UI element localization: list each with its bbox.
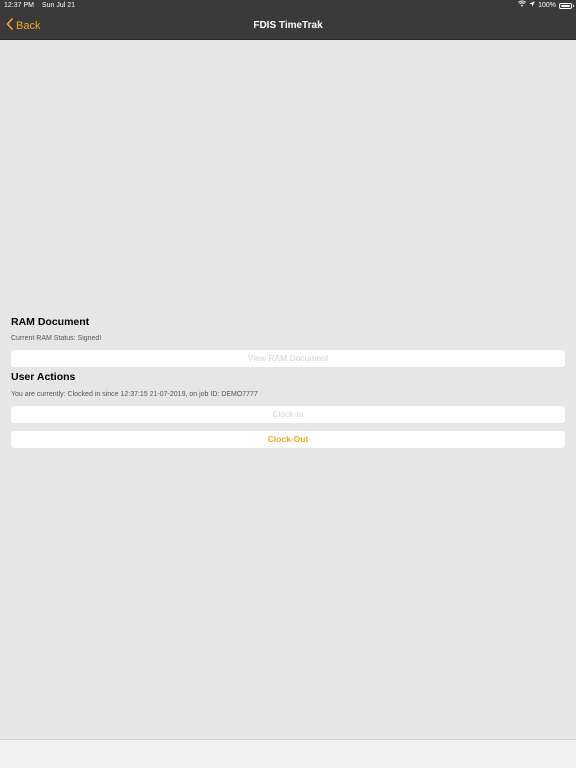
battery-level-fill <box>561 5 570 7</box>
clock-status-text: You are currently: Clocked in since 12:3… <box>11 391 258 398</box>
navigation-bar: Back FDIS TimeTrak <box>0 12 576 40</box>
status-time: 12:37 PM <box>4 2 34 9</box>
location-arrow-icon <box>529 0 535 12</box>
clock-in-button[interactable]: Clock-In <box>11 406 565 423</box>
wifi-icon <box>518 0 527 12</box>
status-left: 12:37 PM Sun Jul 21 <box>4 0 75 12</box>
page-title: FDIS TimeTrak <box>253 20 323 31</box>
ram-status-text: Current RAM Status: Signed! <box>11 335 102 342</box>
bottom-toolbar <box>0 739 576 768</box>
status-date: Sun Jul 21 <box>41 2 76 9</box>
battery-percent: 100% <box>538 2 556 9</box>
clock-out-button[interactable]: Clock-Out <box>11 431 565 448</box>
user-actions-title: User Actions <box>11 371 76 383</box>
status-right: 100% <box>515 0 574 12</box>
ram-document-section: RAM Document Current RAM Status: Signed!… <box>11 315 565 367</box>
main-content: RAM Document Current RAM Status: Signed!… <box>11 314 565 448</box>
ram-section-title: RAM Document <box>11 316 90 328</box>
battery-icon <box>559 3 574 9</box>
view-ram-document-button[interactable]: View RAM Document <box>11 350 565 367</box>
user-actions-section: User Actions You are currently: Clocked … <box>11 370 565 448</box>
status-bar: 12:37 PM Sun Jul 21 100% <box>0 0 576 12</box>
